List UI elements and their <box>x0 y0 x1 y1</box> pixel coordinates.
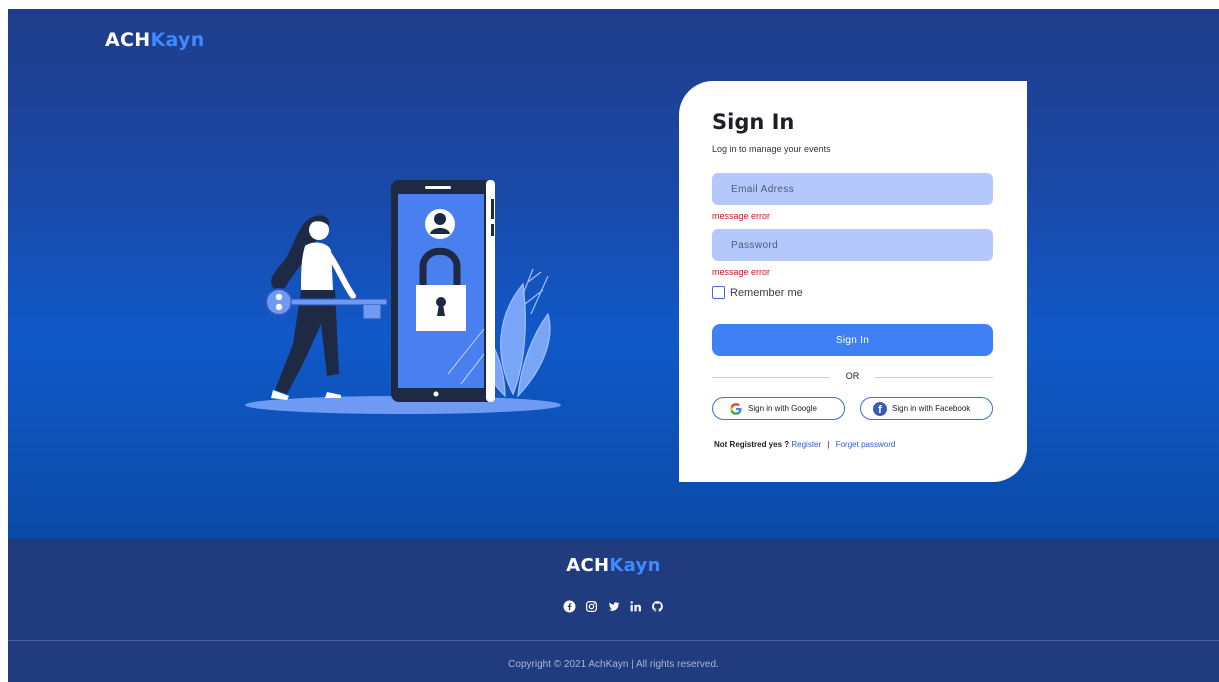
password-error-message: message error <box>712 267 771 277</box>
logo-text-accent: Kayn <box>150 29 205 51</box>
forget-password-link[interactable]: Forget password <box>836 440 896 449</box>
register-row: Not Registred yes ? Register | Forget pa… <box>714 440 895 449</box>
page: ACHKayn Sign In Log in to manage your ev… <box>8 9 1219 682</box>
header-logo[interactable]: ACHKayn <box>105 29 205 51</box>
not-registered-text: Not Registred yes ? <box>714 440 790 449</box>
footer-logo[interactable]: ACHKayn <box>8 555 1219 576</box>
social-links <box>8 600 1219 613</box>
facebook-sign-in-button[interactable]: f Sign in with Facebook <box>860 397 993 420</box>
footer: ACHKayn Copyright © 2021 AchKayn | All r… <box>8 539 1219 682</box>
footer-logo-text-accent: Kayn <box>609 555 661 576</box>
phone-graphic <box>391 180 495 402</box>
facebook-sign-in-label: Sign in with Facebook <box>892 404 971 413</box>
email-input[interactable] <box>712 173 993 205</box>
remember-me-checkbox[interactable] <box>712 286 725 299</box>
logo-text-primary: ACH <box>105 29 151 51</box>
google-icon <box>730 402 742 415</box>
hero-section: ACHKayn Sign In Log in to manage your ev… <box>8 9 1219 539</box>
twitter-icon[interactable] <box>607 600 620 613</box>
password-input[interactable] <box>712 229 993 261</box>
copyright-text: Copyright © 2021 AchKayn | All rights re… <box>508 659 719 670</box>
footer-logo-text-primary: ACH <box>566 555 610 576</box>
facebook-icon: f <box>873 401 887 416</box>
register-link[interactable]: Register <box>791 440 821 449</box>
instagram-icon[interactable] <box>585 600 598 613</box>
facebook-icon[interactable] <box>563 600 576 613</box>
or-divider: OR <box>712 371 993 383</box>
sign-in-button[interactable]: Sign In <box>712 324 993 356</box>
login-illustration <box>245 180 561 414</box>
or-label: OR <box>845 371 860 381</box>
sign-in-title: Sign In <box>712 110 795 134</box>
github-icon[interactable] <box>651 600 664 613</box>
google-sign-in-button[interactable]: Sign in with Google <box>712 397 845 420</box>
linkedin-icon[interactable] <box>629 600 642 613</box>
sign-in-card: Sign In Log in to manage your events mes… <box>679 81 1027 482</box>
google-sign-in-label: Sign in with Google <box>748 404 817 413</box>
footer-divider <box>8 640 1219 641</box>
sign-in-subtitle: Log in to manage your events <box>712 144 831 154</box>
remember-me-label: Remember me <box>730 286 803 299</box>
divider-line-right <box>875 377 993 378</box>
link-separator: | <box>827 440 830 449</box>
email-error-message: message error <box>712 211 771 221</box>
remember-me-row[interactable]: Remember me <box>712 286 803 299</box>
